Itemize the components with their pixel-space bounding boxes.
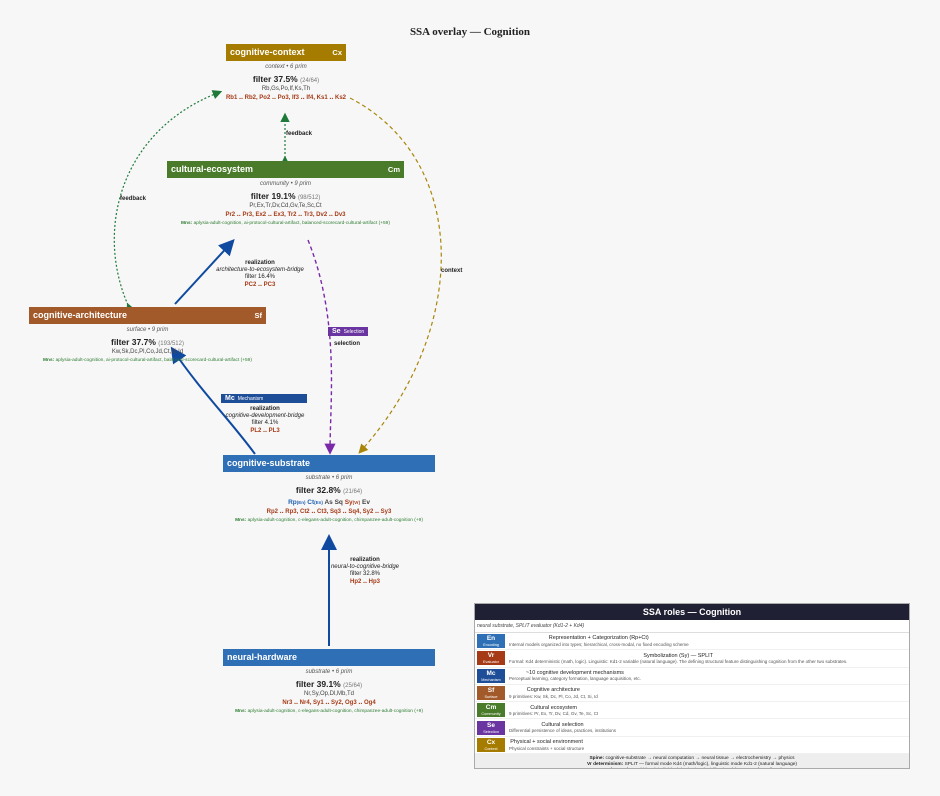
node-cognitive-context[interactable]: cognitive-context Cx xyxy=(226,44,346,61)
node-name: cognitive-substrate xyxy=(227,458,311,468)
legend-row: Cx Context Physical + social environment Ph… xyxy=(475,737,909,755)
legend-subtitle: neural substrate, SPLIT evaluator (Kd1-2… xyxy=(475,620,909,633)
legend-role-badge: Cx Context xyxy=(477,737,505,752)
legend-row-text: Representation + Categorization (Rp+Ct) I… xyxy=(509,635,689,647)
node-name: cultural-ecosystem xyxy=(171,164,254,174)
legend-row: Mc Mechanism ~10 cognitive development mec… xyxy=(475,668,909,685)
edge-label-context: context xyxy=(441,268,463,274)
node-name: cognitive-context xyxy=(230,47,305,57)
node-mins: Mns: aplysia-adult-cognition, ai-protoco… xyxy=(181,221,390,226)
node-name: cognitive-architecture xyxy=(33,310,128,320)
node-header: cognitive-substrate xyxy=(223,455,435,472)
node-header: neural-hardware xyxy=(223,649,435,666)
legend-footer-line: Se timescale: multi-level: individual, i… xyxy=(477,768,907,769)
node-subtitle: substrate • 6 prim xyxy=(305,669,353,675)
legend-role-badge: En Encoding xyxy=(477,634,505,649)
primitive-token: Ev xyxy=(360,499,370,506)
node-neural-hardware[interactable]: neural-hardware substrate • 6 prim filte… xyxy=(223,649,435,714)
edge-context xyxy=(349,97,442,454)
node-primitives: Rp(En) Ct(En) As Sq Sy(Vr) Ev xyxy=(223,499,435,506)
legend-row: Vr Evaluator Symbolization (Sy) — SPLIT For… xyxy=(475,650,909,668)
legend-row: En Encoding Representation + Categorizatio… xyxy=(475,633,909,651)
node-subtitle: surface • 9 prim xyxy=(126,327,169,333)
legend-row-text: Cultural selection Differential persisten… xyxy=(509,721,616,734)
node-primitives: Rb,Gs,Po,If,Ks,Th xyxy=(261,86,311,92)
node-mins: Mns: aplysia-adult-cognition, c-elegans-… xyxy=(235,518,423,523)
legend-row-text: Symbolization (Sy) — SPLIT Formal: Kd4 de… xyxy=(509,652,848,665)
node-name: neural-hardware xyxy=(227,652,298,662)
node-abbr: Cm xyxy=(387,165,400,174)
node-mins: Mns: aplysia-adult-cognition, c-elegans-… xyxy=(235,709,423,714)
node-range: Rp2 ‥ Rp3, Ct2 ‥ Ct3, Sq3 ‥ Sq4, Sy2 ‥ S… xyxy=(266,509,392,515)
node-range: Rb1 ‥ Rb2, Po2 ‥ Po3, If3 ‥ If4, Ks1 ‥ K… xyxy=(225,95,347,101)
primitive-token: Ct xyxy=(305,499,315,506)
mechanism-badge: Mc Mechanism xyxy=(221,394,307,403)
legend-role-badge: Mc Mechanism xyxy=(477,668,505,683)
primitive-token: Sy xyxy=(344,499,353,506)
node-primitives: Kw,Sk,Dc,Pl,Co,Jd,Ct,Si,Id xyxy=(111,349,184,355)
node-cognitive-architecture[interactable]: cognitive-architecture Sf surface • 9 pr… xyxy=(29,307,266,363)
legend-row-text: ~10 cognitive development mechanisms Perc… xyxy=(509,670,641,682)
node-subtitle: community • 9 prim xyxy=(259,181,312,187)
legend-panel: SSA roles — Cognition neural substrate, … xyxy=(474,603,910,769)
node-mins: Mns: aplysia-adult-cognition, ai-protoco… xyxy=(43,358,252,363)
edge-label-realization: realization cognitive-development-bridge… xyxy=(225,406,305,434)
edge-label-selection: selection xyxy=(334,341,361,347)
node-cognitive-substrate[interactable]: cognitive-substrate substrate • 6 prim f… xyxy=(223,455,435,523)
node-subtitle: substrate • 6 prim xyxy=(305,475,353,481)
primitive-token: (En) xyxy=(314,500,323,505)
node-subtitle: context • 6 prim xyxy=(265,64,307,70)
legend-footer: Spine: cognitive-substrate → neural comp… xyxy=(475,754,909,769)
legend-row: Sf Surface Cognitive architecture 9 primiti… xyxy=(475,685,909,703)
edge-label-realization: realization architecture-to-ecosystem-br… xyxy=(216,260,304,288)
node-filter: filter 19.1% (98/512) xyxy=(250,191,321,201)
legend-rows: En Encoding Representation + Categorizatio… xyxy=(475,633,909,755)
node-filter: filter 39.1% (25/64) xyxy=(295,679,363,689)
legend-row: Cm Community Cultural ecosystem 9 primitive… xyxy=(475,702,909,720)
node-abbr: Cx xyxy=(332,48,342,57)
node-filter: filter 32.8% (21/64) xyxy=(295,485,363,495)
node-range: Nr3 ‥ Nr4, Sy1 ‥ Sy2, Og3 ‥ Og4 xyxy=(282,700,376,706)
legend-title: SSA roles — Cognition xyxy=(475,604,909,620)
node-header: cultural-ecosystem Cm xyxy=(167,161,404,178)
legend-row-text: Physical + social environment Physical co… xyxy=(509,739,585,751)
legend-row-text: Cultural ecosystem 9 primitives: Pr, Ex, … xyxy=(509,704,599,716)
legend-role-badge: Sf Surface xyxy=(477,686,505,701)
primitive-token: Rp xyxy=(288,499,297,506)
legend-row-text: Cognitive architecture 9 primitives: Kw, … xyxy=(509,687,598,699)
legend-role-badge: Vr Evaluator xyxy=(477,651,505,666)
legend-role-badge: Se Selection xyxy=(477,720,505,735)
node-filter: filter 37.7% (193/512) xyxy=(111,337,184,347)
node-range: Pr2 ‥ Pr3, Ex2 ‥ Ex3, Tr2 ‥ Tr3, Dv2 ‥ D… xyxy=(225,212,346,218)
edge-label-feedback: feedback xyxy=(120,196,147,202)
legend-row: Se Selection Cultural selection Differentia… xyxy=(475,719,909,737)
legend-role-badge: Cm Community xyxy=(477,703,505,718)
edge-label-feedback: feedback xyxy=(286,131,313,137)
node-primitives: Nr,Sy,Op,Dl,Mb,Td xyxy=(304,691,354,697)
node-header: cognitive-context Cx xyxy=(226,44,346,61)
node-cultural-ecosystem[interactable]: cultural-ecosystem Cm community • 9 prim… xyxy=(167,161,404,226)
node-filter: filter 37.5% (24/64) xyxy=(252,74,320,84)
node-abbr: Sf xyxy=(254,311,263,320)
primitive-token: As Sq xyxy=(322,499,345,506)
node-primitives: Pr,Ex,Tr,Dv,Cd,Gv,Te,Sc,Ct xyxy=(249,203,322,209)
node-cognitive-context-details: context • 6 prim filter 37.5% (24/64) Rb… xyxy=(186,61,386,101)
node-header: cognitive-architecture Sf xyxy=(29,307,266,324)
edge-label-realization: realization neural-to-cognitive-bridge f… xyxy=(330,557,400,585)
selection-badge: Se Selection xyxy=(328,327,369,336)
